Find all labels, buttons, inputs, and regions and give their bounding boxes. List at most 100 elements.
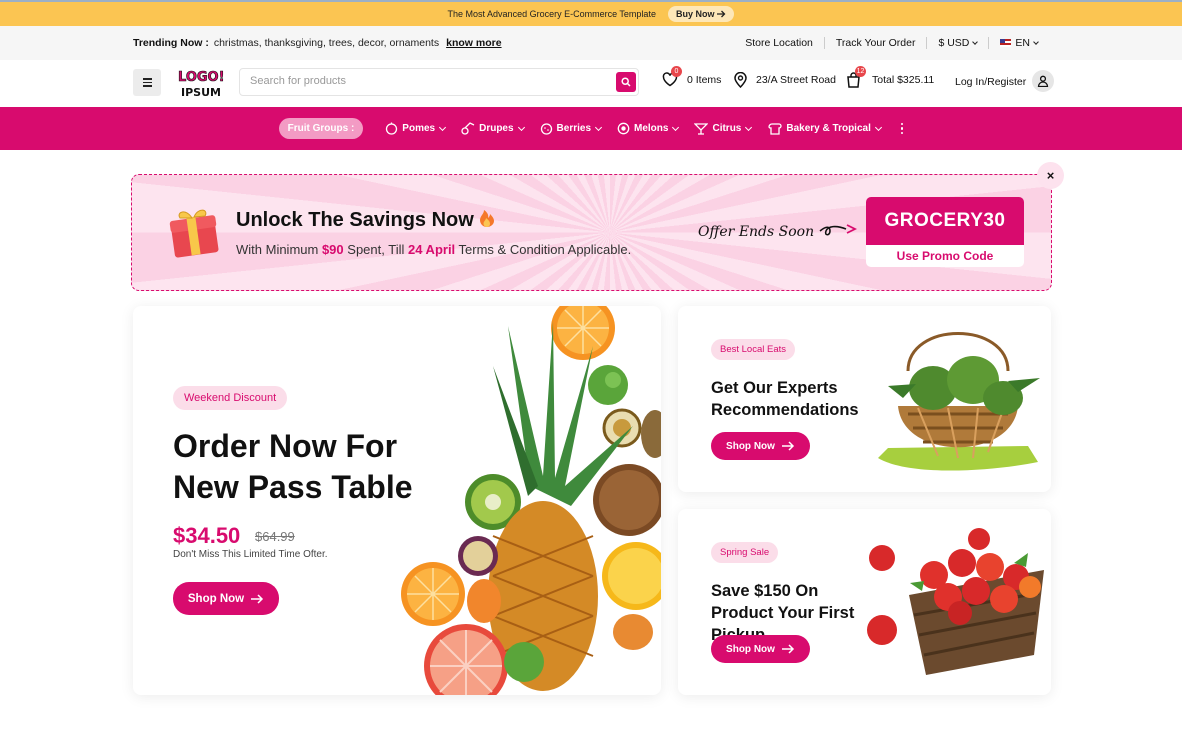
- fire-icon: [480, 210, 495, 227]
- promo-sub-prefix: With Minimum: [236, 242, 322, 257]
- promo-card-experts: Best Local Eats Get Our Experts Recommen…: [678, 306, 1051, 492]
- hero-shop-now-button[interactable]: Shop Now: [173, 582, 279, 615]
- hero-old-price: $64.99: [255, 529, 295, 544]
- logo[interactable]: LOGO! IPSUM: [176, 67, 224, 99]
- apple-icon: [386, 122, 398, 135]
- currency-value: $ USD: [938, 37, 970, 49]
- buy-now-label: Buy Now: [675, 9, 715, 19]
- use-promo-code-button[interactable]: Use Promo Code: [866, 245, 1024, 267]
- close-icon: ×: [1046, 168, 1055, 183]
- language-value: EN: [1015, 37, 1030, 49]
- offer-ends-label: Offer Ends Soon: [698, 222, 857, 240]
- offer-ends-text: Offer Ends Soon: [698, 224, 815, 240]
- bread-icon: [768, 123, 783, 135]
- arrow-right-icon: [717, 10, 726, 18]
- category-label: Pomes: [402, 123, 436, 134]
- apple-basket-image: [867, 528, 1044, 675]
- us-flag-icon: [1000, 39, 1012, 47]
- track-order-link[interactable]: Track Your Order: [823, 37, 927, 49]
- arrow-right-icon: [251, 593, 264, 604]
- fruit-groups-label: Fruit Groups :: [278, 118, 364, 139]
- more-vertical-icon[interactable]: [900, 122, 904, 135]
- fruit-collage-image: [401, 306, 661, 695]
- chevron-down-icon: [745, 123, 753, 131]
- category-label: Berries: [556, 123, 592, 134]
- soursop-basket-image: [878, 332, 1040, 471]
- menu-toggle-button[interactable]: [133, 69, 161, 96]
- know-more-link[interactable]: know more: [446, 37, 501, 49]
- promo-card-spring-sale: Spring Sale Save $150 On Product Your Fi…: [678, 509, 1051, 695]
- hamburger-icon: [142, 78, 152, 80]
- delivery-address[interactable]: 23/A Street Road: [734, 72, 836, 88]
- chevron-down-icon: [972, 38, 979, 45]
- category-citrus[interactable]: Citrus: [694, 122, 753, 135]
- promo-sub-suffix: Terms & Condition Applicable.: [455, 242, 632, 257]
- category-label: Citrus: [712, 123, 742, 134]
- shop-now-label: Shop Now: [726, 643, 775, 655]
- utility-links: Store Location Track Your Order $ USD EN: [734, 37, 1049, 49]
- logo-text-bottom: IPSUM: [181, 86, 221, 99]
- category-bakery-tropical[interactable]: Bakery & Tropical: [767, 122, 882, 135]
- shop-now-label: Shop Now: [187, 592, 245, 605]
- trending-bar: Trending Now : christmas, thanksgiving, …: [0, 26, 1182, 60]
- category-drupes[interactable]: Drupes: [461, 122, 525, 135]
- promo-title: Unlock The Savings Now: [236, 208, 495, 232]
- curved-arrow-icon: [819, 224, 857, 236]
- user-avatar-button[interactable]: [1032, 70, 1054, 92]
- category-label: Melons: [634, 123, 669, 134]
- category-melons[interactable]: Melons: [617, 122, 680, 135]
- promo-code: GROCERY30: [866, 197, 1024, 245]
- cherry-icon: [461, 122, 475, 135]
- shop-now-label: Shop Now: [726, 440, 775, 452]
- buy-now-button[interactable]: Buy Now: [667, 6, 735, 22]
- announcement-text: The Most Advanced Grocery E-Commerce Tem…: [447, 9, 656, 19]
- card-badge: Best Local Eats: [711, 339, 796, 360]
- category-label: Drupes: [479, 123, 514, 134]
- cart-count-badge: 12: [855, 66, 866, 77]
- hero-note: Don't Miss This Limited Time Ofter.: [173, 549, 328, 560]
- gift-icon: [169, 209, 219, 258]
- chevron-down-icon: [517, 123, 525, 131]
- card-title: Get Our Experts Recommendations: [711, 379, 859, 419]
- promo-banner: Unlock The Savings Now With Minimum $90 …: [131, 174, 1052, 291]
- wishlist-count-badge: 0: [671, 66, 682, 77]
- trending-tags[interactable]: christmas, thanksgiving, trees, decor, o…: [214, 37, 439, 49]
- search-input[interactable]: [250, 75, 600, 87]
- cart[interactable]: 12 Total $325.11: [846, 66, 934, 88]
- store-location-link[interactable]: Store Location: [734, 37, 824, 49]
- promo-subtitle: With Minimum $90 Spent, Till 24 April Te…: [236, 242, 631, 257]
- arrow-right-icon: [781, 441, 794, 451]
- arrow-right-icon: [781, 644, 794, 654]
- language-select[interactable]: EN: [988, 37, 1049, 49]
- login-link[interactable]: Log In/Register: [955, 76, 1026, 88]
- chevron-down-icon: [439, 123, 447, 131]
- citrus-icon: [694, 123, 709, 135]
- logo-text-top: LOGO!: [178, 70, 224, 85]
- hero-badge: Weekend Discount: [173, 386, 288, 410]
- user-icon: [1037, 75, 1049, 87]
- address-label: 23/A Street Road: [756, 74, 836, 86]
- melon-icon: [617, 122, 630, 135]
- category-nav: Fruit Groups : Pomes Drupes Berries Melo…: [0, 107, 1182, 150]
- announcement-bar: The Most Advanced Grocery E-Commerce Tem…: [0, 0, 1182, 26]
- shop-now-button[interactable]: Shop Now: [711, 432, 810, 460]
- chevron-down-icon: [672, 123, 680, 131]
- category-label: Bakery & Tropical: [786, 123, 871, 134]
- category-berries[interactable]: Berries: [540, 122, 603, 135]
- search-icon: [621, 77, 631, 87]
- location-pin-icon: [734, 72, 747, 88]
- currency-select[interactable]: $ USD: [926, 37, 988, 49]
- chevron-down-icon: [594, 123, 603, 131]
- search-button[interactable]: [616, 72, 636, 92]
- wishlist-label: 0 Items: [687, 74, 722, 86]
- berry-icon: [540, 123, 552, 135]
- hero-card: Weekend Discount Order Now For New Pass …: [133, 306, 661, 695]
- wishlist[interactable]: 0 0 Items: [662, 66, 722, 88]
- category-pomes[interactable]: Pomes: [385, 122, 447, 135]
- site-header: LOGO! IPSUM 0 0 Items 23/A Street Road 1…: [0, 60, 1182, 107]
- shop-now-button[interactable]: Shop Now: [711, 635, 810, 663]
- chevron-down-icon: [874, 123, 882, 131]
- card-badge: Spring Sale: [711, 542, 779, 563]
- promo-code-coupon[interactable]: GROCERY30 Use Promo Code: [866, 197, 1024, 267]
- close-promo-button[interactable]: ×: [1037, 162, 1064, 189]
